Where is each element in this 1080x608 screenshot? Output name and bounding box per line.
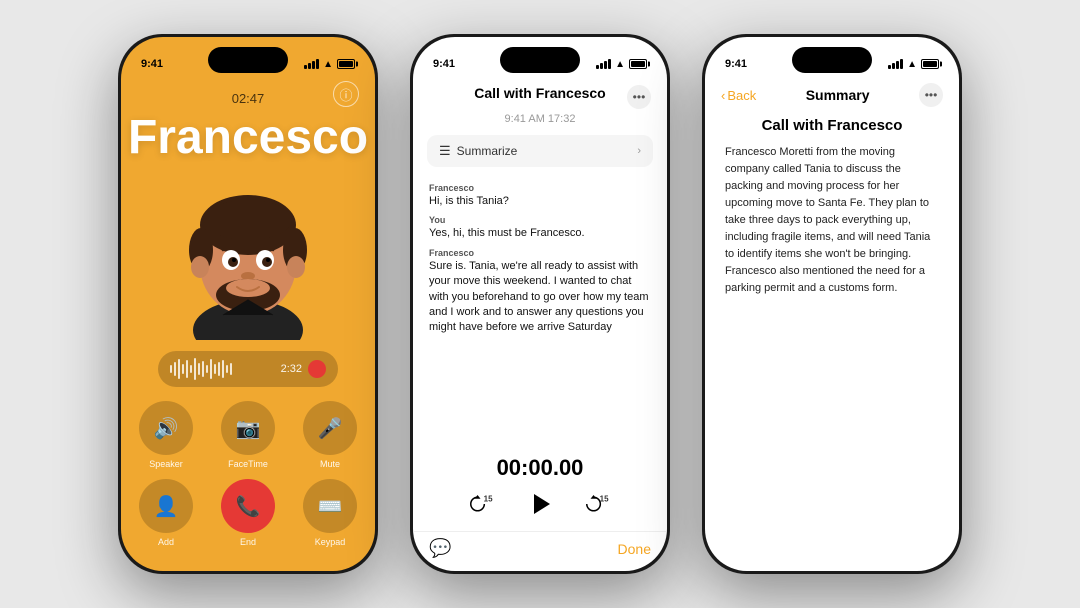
status-icons-1: ▲	[304, 59, 355, 70]
speaker-1: You	[429, 215, 651, 225]
dynamic-island	[208, 47, 288, 73]
battery-icon-3	[921, 59, 939, 69]
chevron-left-icon: ‹	[721, 88, 725, 103]
dynamic-island-3	[792, 47, 872, 73]
summarize-row[interactable]: ☰ Summarize ›	[427, 135, 653, 167]
summary-screen: 9:41 ▲ ‹ Back	[705, 37, 959, 571]
wifi-icon-1: ▲	[323, 59, 333, 70]
transcript-body: Francesco Hi, is this Tania? You Yes, hi…	[413, 171, 667, 449]
message-icon: 💬	[429, 538, 451, 559]
time-3: 9:41	[725, 58, 747, 70]
speaker-button[interactable]: 🔊 Speaker	[139, 401, 193, 469]
end-call-button[interactable]: 📞 End	[221, 479, 275, 547]
skip-back-button[interactable]: 15	[467, 489, 497, 519]
wave-lines	[170, 358, 232, 380]
add-call-button[interactable]: 👤 Add	[139, 479, 193, 547]
transcript-subtitle: 9:41 AM 17:32	[413, 113, 667, 131]
keypad-button[interactable]: ⌨️ Keypad	[303, 479, 357, 547]
status-icons-3: ▲	[888, 59, 939, 70]
back-label: Back	[727, 88, 756, 103]
transcript-text-0: Hi, is this Tania?	[429, 194, 651, 209]
waveform-bar: 2:32	[158, 351, 338, 387]
mute-button[interactable]: 🎤 Mute	[303, 401, 357, 469]
skip-back-label: 15	[484, 494, 493, 503]
signal-icon-2	[596, 59, 611, 69]
summarize-label: Summarize	[457, 144, 518, 158]
dynamic-island-2	[500, 47, 580, 73]
back-button[interactable]: ‹ Back	[721, 88, 756, 103]
transcript-screen: 9:41 ▲ Call with Francesco	[413, 37, 667, 571]
phone-2: 9:41 ▲ Call with Francesco	[410, 34, 670, 574]
transcript-item-0: Francesco Hi, is this Tania?	[429, 183, 651, 209]
transcript-text-2: Sure is. Tania, we're all ready to assis…	[429, 259, 651, 336]
speaker-2: Francesco	[429, 248, 651, 258]
call-timer: 02:47	[232, 91, 265, 106]
summarize-left: ☰ Summarize	[439, 143, 517, 159]
skip-forward-button[interactable]: 15	[583, 489, 613, 519]
phone-1-screen: 9:41 ▲ ⓘ 02:47 Francesco	[121, 37, 375, 571]
time-2: 9:41	[433, 58, 455, 70]
summary-text: Francesco Moretti from the moving compan…	[725, 144, 939, 297]
status-icons-2: ▲	[596, 59, 647, 70]
summary-title: Call with Francesco	[725, 117, 939, 134]
transcript-footer: 💬 Done	[413, 531, 667, 571]
more-button[interactable]: •••	[627, 85, 651, 109]
signal-icon-3	[888, 59, 903, 69]
phone-3: 9:41 ▲ ‹ Back	[702, 34, 962, 574]
skip-forward-label: 15	[600, 494, 609, 503]
summary-nav: ‹ Back Summary •••	[705, 77, 959, 111]
call-screen: 9:41 ▲ ⓘ 02:47 Francesco	[121, 37, 375, 571]
transcript-title: Call with Francesco	[474, 85, 605, 101]
timestamp-display: 00:00.00	[413, 449, 667, 485]
time-1: 9:41	[141, 58, 163, 70]
wifi-icon-2: ▲	[615, 59, 625, 70]
play-button[interactable]	[521, 485, 559, 523]
transcript-item-2: Francesco Sure is. Tania, we're all read…	[429, 248, 651, 336]
signal-icon-1	[304, 59, 319, 69]
chevron-right-icon: ›	[637, 145, 641, 157]
speaker-0: Francesco	[429, 183, 651, 193]
memoji-avatar	[168, 165, 328, 345]
facetime-button[interactable]: 📷 FaceTime	[221, 401, 275, 469]
phone-1: 9:41 ▲ ⓘ 02:47 Francesco	[118, 34, 378, 574]
call-buttons-row-2: 👤 Add 📞 End ⌨️ Keypad	[139, 479, 357, 547]
info-icon[interactable]: ⓘ	[333, 81, 359, 107]
phone-3-screen: 9:41 ▲ ‹ Back	[705, 37, 959, 571]
battery-icon-1	[337, 59, 355, 69]
caller-name: Francesco	[128, 110, 368, 165]
more-button-3[interactable]: •••	[919, 83, 943, 107]
done-button[interactable]: Done	[618, 541, 651, 557]
transcript-text-1: Yes, hi, this must be Francesco.	[429, 226, 651, 241]
nav-title: Summary	[806, 87, 870, 103]
battery-icon-2	[629, 59, 647, 69]
transcript-header: Call with Francesco •••	[413, 77, 667, 113]
transcript-item-1: You Yes, hi, this must be Francesco.	[429, 215, 651, 241]
summary-content: Call with Francesco Francesco Moretti fr…	[705, 111, 959, 571]
summarize-icon: ☰	[439, 143, 451, 159]
waveform-timer: 2:32	[281, 363, 302, 375]
call-buttons-row-1: 🔊 Speaker 📷 FaceTime 🎤 Mute	[139, 401, 357, 469]
wifi-icon-3: ▲	[907, 59, 917, 70]
playback-controls: 15 15	[413, 485, 667, 531]
phone-2-screen: 9:41 ▲ Call with Francesco	[413, 37, 667, 571]
record-button[interactable]	[308, 360, 326, 378]
